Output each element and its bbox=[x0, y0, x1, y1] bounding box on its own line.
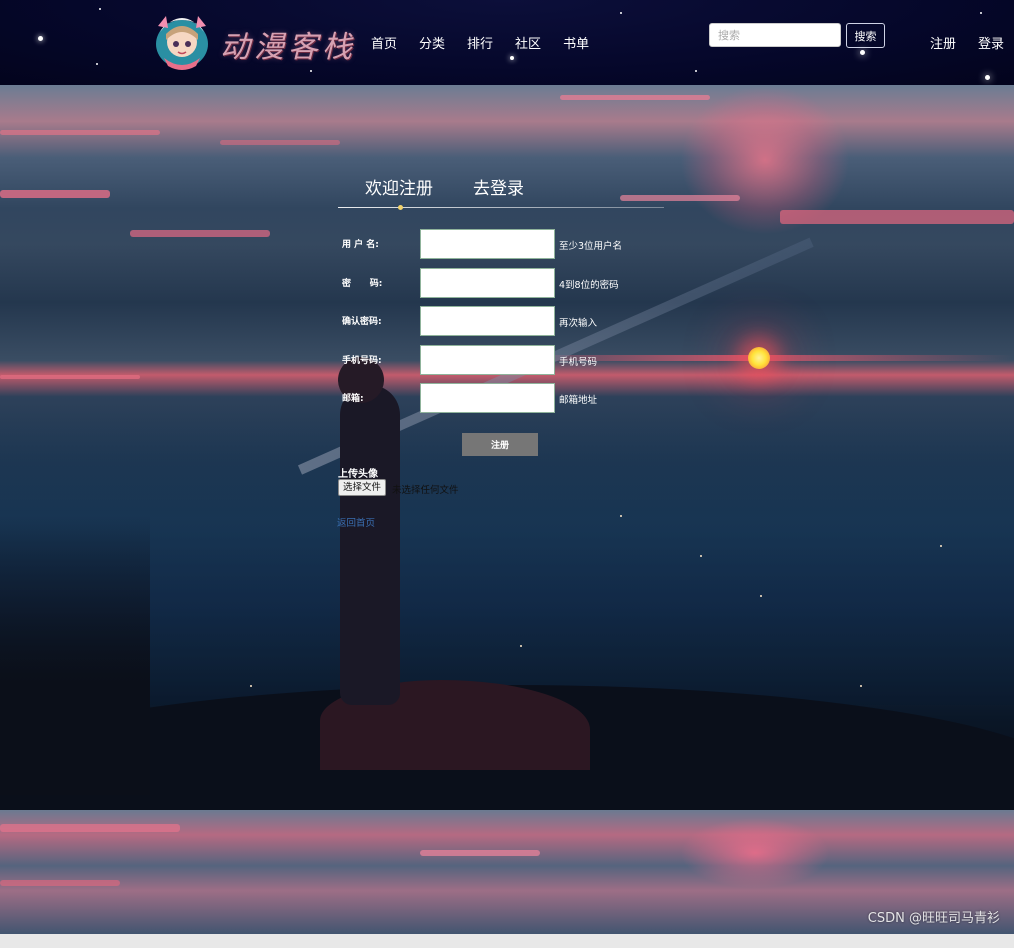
auth-links: 注册 登录 bbox=[930, 33, 1004, 52]
tab-register[interactable]: 欢迎注册 bbox=[365, 174, 433, 199]
star-decoration bbox=[695, 70, 697, 72]
password-hint: 4到8位的密码 bbox=[559, 280, 619, 291]
sun-icon bbox=[748, 347, 770, 369]
search-button[interactable]: 搜索 bbox=[846, 23, 885, 48]
phone-hint: 手机号码 bbox=[559, 357, 598, 368]
confirm-password-hint: 再次输入 bbox=[559, 318, 598, 329]
star-decoration bbox=[310, 70, 312, 72]
tab-login[interactable]: 去登录 bbox=[473, 174, 524, 199]
star-decoration bbox=[99, 8, 101, 10]
nav-item-community[interactable]: 社区 bbox=[515, 33, 541, 52]
choose-file-button[interactable]: 选择文件 bbox=[338, 479, 387, 496]
phone-field[interactable] bbox=[420, 345, 555, 375]
cloud-streak bbox=[560, 95, 710, 100]
watermark-text: CSDN @旺旺司马青衫 bbox=[867, 911, 1000, 926]
login-link[interactable]: 登录 bbox=[978, 33, 1004, 52]
username-label: 用 户 名: bbox=[342, 240, 379, 250]
cloud-streak bbox=[780, 210, 1014, 224]
cloud-streak bbox=[0, 824, 180, 832]
brand-logo-text[interactable]: 动漫客栈 bbox=[220, 22, 356, 66]
nav-item-booklists[interactable]: 书单 bbox=[563, 33, 589, 52]
cloud-streak bbox=[130, 230, 270, 237]
city-light bbox=[620, 515, 622, 517]
form-tabs: 欢迎注册 去登录 bbox=[365, 174, 524, 199]
nav-item-home[interactable]: 首页 bbox=[371, 33, 397, 52]
email-field[interactable] bbox=[420, 383, 555, 413]
city-light bbox=[250, 685, 252, 687]
upload-avatar-label: 上传头像 bbox=[338, 469, 378, 480]
city-light bbox=[860, 685, 862, 687]
cloud-streak bbox=[220, 140, 340, 145]
nav-item-ranking[interactable]: 排行 bbox=[467, 33, 493, 52]
city-light bbox=[760, 595, 762, 597]
search-input[interactable] bbox=[709, 23, 841, 47]
star-decoration bbox=[860, 50, 865, 55]
cloud-streak bbox=[620, 195, 740, 201]
confirm-password-field[interactable] bbox=[420, 306, 555, 336]
register-submit-button[interactable]: 注册 bbox=[462, 433, 538, 456]
star-decoration bbox=[510, 56, 514, 60]
star-decoration bbox=[620, 12, 622, 14]
password-field[interactable] bbox=[420, 268, 555, 298]
main-nav: 首页 分类 排行 社区 书单 bbox=[371, 33, 589, 52]
sun-glow-decoration bbox=[680, 818, 830, 888]
tab-underline bbox=[338, 207, 664, 208]
register-link[interactable]: 注册 bbox=[930, 33, 956, 52]
logo-mascot-icon[interactable] bbox=[150, 10, 214, 72]
cloud-streak bbox=[420, 850, 540, 856]
username-field[interactable] bbox=[420, 229, 555, 259]
star-decoration bbox=[985, 75, 990, 80]
star-decoration bbox=[96, 63, 98, 65]
city-light bbox=[700, 555, 702, 557]
star-decoration bbox=[38, 36, 43, 41]
star-decoration bbox=[980, 12, 982, 14]
cloud-streak bbox=[0, 375, 140, 379]
standing-figure-silhouette bbox=[340, 385, 400, 705]
city-light bbox=[940, 545, 942, 547]
nav-item-categories[interactable]: 分类 bbox=[419, 33, 445, 52]
cloud-streak bbox=[0, 880, 120, 886]
phone-label: 手机号码: bbox=[342, 356, 382, 366]
foreground-grass bbox=[0, 515, 150, 795]
file-status-text: 未选择任何文件 bbox=[392, 485, 459, 496]
top-navbar: 动漫客栈 首页 分类 排行 社区 书单 搜索 注册 登录 bbox=[0, 0, 1014, 85]
back-home-link[interactable]: 返回首页 bbox=[337, 515, 375, 529]
email-label: 邮箱: bbox=[342, 394, 364, 404]
confirm-password-label: 确认密码: bbox=[342, 317, 382, 327]
username-hint: 至少3位用户名 bbox=[559, 241, 623, 252]
city-light bbox=[520, 645, 522, 647]
cloud-streak bbox=[0, 190, 110, 198]
password-label: 密 码: bbox=[342, 279, 383, 289]
cloud-streak bbox=[0, 130, 160, 135]
active-tab-indicator bbox=[398, 205, 403, 210]
footer-background-strip: CSDN @旺旺司马青衫 bbox=[0, 810, 1014, 934]
email-hint: 邮箱地址 bbox=[559, 395, 598, 406]
